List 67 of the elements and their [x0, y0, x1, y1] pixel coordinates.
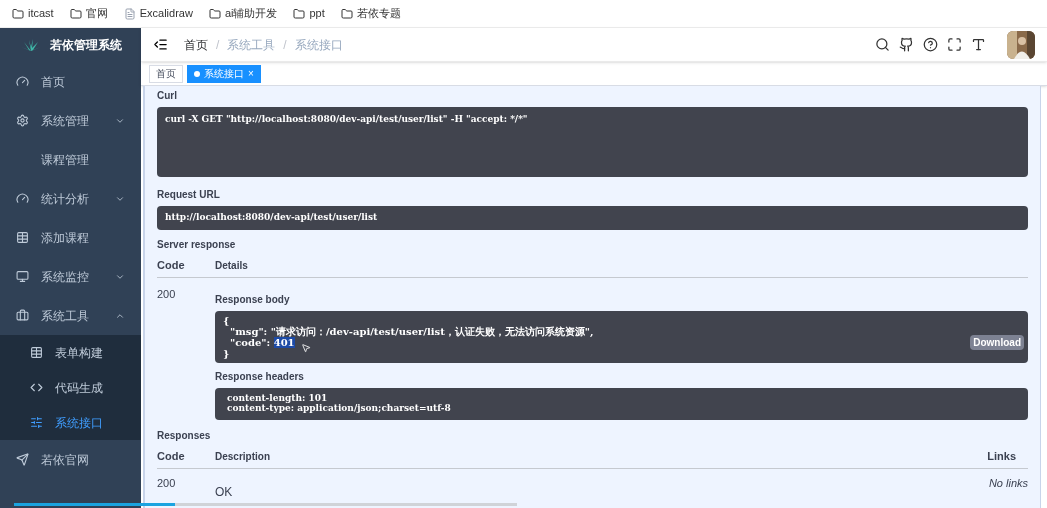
- cursor-icon: [301, 343, 311, 353]
- search-icon[interactable]: [875, 37, 890, 52]
- request-url: http://localhost:8080/dev-api/test/user/list: [157, 206, 1028, 230]
- section-label: Curl: [157, 89, 178, 103]
- submenu-item[interactable]: 表单构建: [0, 335, 141, 370]
- links-text: No links: [988, 476, 1028, 491]
- breadcrumb-item[interactable]: 首页: [184, 35, 208, 54]
- response-description: OK: [215, 484, 234, 501]
- font-size-icon[interactable]: [971, 37, 986, 52]
- column-header: Details: [215, 259, 248, 273]
- bookmark[interactable]: 若依专题: [340, 5, 401, 22]
- menu-item[interactable]: 若依官网: [0, 440, 141, 479]
- selected-text: 401: [273, 337, 295, 348]
- download-button[interactable]: Download: [970, 335, 1024, 350]
- table-icon: [30, 346, 43, 359]
- video-progress-track[interactable]: [14, 503, 517, 506]
- column-header: Code: [157, 257, 186, 273]
- folder-icon: [12, 7, 24, 20]
- app-title: 若依管理系统: [49, 37, 122, 54]
- curl-command: curl -X GET "http://localhost:8080/dev-api/test/user/list" -H "accept: */*": [157, 107, 1028, 177]
- menu-item[interactable]: 系统监控: [0, 257, 141, 296]
- page-tab[interactable]: 首页: [149, 64, 183, 83]
- github-icon[interactable]: [899, 37, 914, 52]
- menu-toggle-icon[interactable]: [153, 37, 168, 52]
- sliders-icon: [30, 416, 43, 429]
- folder-icon: [293, 7, 306, 20]
- bookmark[interactable]: Excalidraw: [123, 5, 193, 22]
- menu-item[interactable]: 统计分析: [0, 179, 141, 218]
- help-icon[interactable]: [923, 37, 938, 52]
- fullscreen-icon[interactable]: [947, 37, 962, 52]
- dashboard-icon: [16, 192, 29, 205]
- monitor-icon: [16, 270, 29, 283]
- table-icon: [16, 231, 29, 244]
- response-code: 200: [157, 476, 177, 491]
- response-headers: content-length: 101 content-type: application/json;charset=utf-8: [215, 388, 1028, 420]
- folder-icon: [340, 7, 353, 20]
- menu-item[interactable]: 添加课程: [0, 218, 141, 257]
- section-label: Response body: [215, 293, 291, 307]
- settings-icon: [16, 114, 29, 127]
- section-label: Server response: [157, 238, 237, 252]
- toolbox-icon: [16, 309, 29, 322]
- folder-icon: [208, 7, 221, 20]
- menu-item[interactable]: 系统工具: [0, 296, 141, 335]
- dashboard-icon: [16, 75, 29, 88]
- breadcrumb-separator: /: [216, 36, 220, 54]
- bookmark[interactable]: ppt: [293, 5, 325, 22]
- bookmark[interactable]: 官网: [69, 5, 108, 22]
- menu-item[interactable]: 首页: [0, 62, 141, 101]
- section-label: Response headers: [215, 370, 305, 384]
- section-label: Request URL: [157, 188, 221, 202]
- column-header: Description: [215, 450, 271, 464]
- response-body: { "msg": "请求访问：/dev-api/test/user/list，认证失败，无法访问系统资源", "code": 401 } Download: [215, 311, 1028, 363]
- folder-icon: [69, 7, 82, 20]
- column-header: Links: [987, 448, 1017, 464]
- submenu-item[interactable]: 代码生成: [0, 370, 141, 405]
- bookmark[interactable]: ai辅助开发: [208, 5, 278, 22]
- send-icon: [16, 453, 29, 466]
- menu-item[interactable]: 系统管理: [0, 101, 141, 140]
- bookmark[interactable]: itcast: [12, 5, 54, 22]
- submenu-item[interactable]: 系统接口: [0, 405, 141, 440]
- menu-item[interactable]: 课程管理: [0, 140, 141, 179]
- breadcrumb-separator: /: [283, 36, 287, 54]
- page-icon: [123, 7, 136, 20]
- section-label: Responses: [157, 429, 212, 443]
- code-icon: [30, 381, 43, 394]
- column-header: Code: [157, 448, 186, 464]
- response-code: 200: [157, 287, 177, 302]
